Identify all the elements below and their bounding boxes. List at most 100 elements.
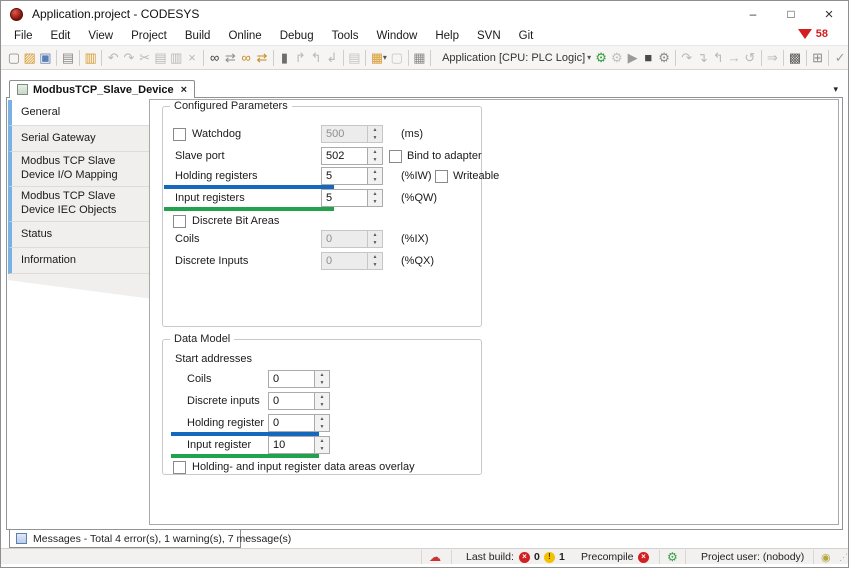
application-selector-caret-icon[interactable]: ▾ (587, 53, 591, 62)
menu-debug[interactable]: Debug (271, 28, 323, 44)
cut-icon[interactable]: ✂ (137, 49, 153, 67)
login-icon[interactable]: ⚙ (593, 49, 609, 67)
open-file-icon[interactable]: ▨ (22, 49, 38, 67)
menu-svn[interactable]: SVN (468, 28, 510, 44)
last-build-label: Last build: (466, 549, 514, 565)
coils-spinner[interactable]: ▲▼ (367, 231, 382, 247)
stop-icon[interactable]: ■ (640, 49, 656, 67)
sidebar-item-serial-gateway[interactable]: Serial Gateway (8, 126, 149, 152)
menu-project[interactable]: Project (122, 28, 176, 44)
sidebar-item-status[interactable]: Status (8, 222, 149, 248)
general-settings-panel: Configured Parameters Watchdog 500 ▲▼ (m… (149, 99, 839, 525)
reset-icon[interactable]: ↺ (742, 49, 758, 67)
sidebar-item-io-mapping[interactable]: Modbus TCP Slave Device I/O Mapping (8, 152, 149, 187)
paste-icon[interactable]: ▥ (168, 49, 184, 67)
new-file-icon[interactable]: ▢ (6, 49, 22, 67)
tab-modbustcp-slave-device[interactable]: ModbusTCP_Slave_Device × (9, 80, 195, 98)
start-icon[interactable]: ▶ (625, 49, 641, 67)
dm-discrete-inputs-spinner[interactable]: ▲▼ (314, 393, 329, 409)
dm-input-register-input[interactable]: 10 ▲▼ (268, 436, 330, 454)
prev-bookmark-icon[interactable]: ↰ (308, 49, 324, 67)
error-filter-badge[interactable]: 58 (798, 28, 828, 40)
watchdog-unit: (ms) (401, 128, 423, 140)
discrete-inputs-unit: (%QX) (401, 255, 434, 267)
user-management-icon[interactable]: ◉ (821, 549, 831, 565)
breakpoint-icon[interactable]: ⚙ (656, 49, 672, 67)
menu-view[interactable]: View (79, 28, 122, 44)
input-registers-highlight-green (164, 207, 334, 211)
sidebar-item-iec-objects[interactable]: Modbus TCP Slave Device IEC Objects (8, 187, 149, 222)
print-icon[interactable]: ▤ (60, 49, 76, 67)
menu-git[interactable]: Git (510, 28, 543, 44)
copy-all-icon[interactable]: ▤ (347, 49, 363, 67)
replace-icon[interactable]: ⇄ (223, 49, 239, 67)
run-to-cursor-icon[interactable]: → (726, 49, 742, 67)
sidebar-item-general[interactable]: General (8, 100, 149, 126)
dm-coils-spinner[interactable]: ▲▼ (314, 371, 329, 387)
dm-holding-register-spinner[interactable]: ▲▼ (314, 415, 329, 431)
syntax-check-icon[interactable]: ✓ (832, 49, 848, 67)
input-registers-input[interactable]: 5 ▲▼ (321, 189, 383, 207)
dm-holding-register-input[interactable]: 0 ▲▼ (268, 414, 330, 432)
dm-input-register-spinner[interactable]: ▲▼ (314, 437, 329, 453)
next-bookmark-icon[interactable]: ↱ (292, 49, 308, 67)
force-values-icon[interactable]: ⊞ (810, 49, 826, 67)
resize-grip[interactable]: ⋰ (839, 549, 848, 565)
discrete-bit-areas-checkbox[interactable] (173, 215, 186, 228)
overlay-checkbox[interactable] (173, 461, 186, 474)
dm-coils-input[interactable]: 0 ▲▼ (268, 370, 330, 388)
menu-help[interactable]: Help (426, 28, 468, 44)
undo-icon[interactable]: ↶ (105, 49, 121, 67)
copy-project-icon[interactable]: ▥ (83, 49, 99, 67)
watchdog-spinner[interactable]: ▲▼ (367, 126, 382, 142)
bind-to-adapter-checkbox[interactable] (389, 150, 402, 163)
tab-close-icon[interactable]: × (181, 84, 187, 96)
step-out-icon[interactable]: ↰ (710, 49, 726, 67)
find-objects-icon[interactable]: ∞ (238, 49, 254, 67)
coils-input[interactable]: 0 ▲▼ (321, 230, 383, 248)
delete-icon[interactable]: × (184, 49, 200, 67)
menu-edit[interactable]: Edit (42, 28, 80, 44)
menu-build[interactable]: Build (176, 28, 220, 44)
replace-objects-icon[interactable]: ⇄ (254, 49, 270, 67)
step-into-icon[interactable]: ↴ (695, 49, 711, 67)
menu-tools[interactable]: Tools (323, 28, 368, 44)
save-icon[interactable]: ▣ (38, 49, 54, 67)
menu-online[interactable]: Online (219, 28, 270, 44)
discrete-inputs-input[interactable]: 0 ▲▼ (321, 252, 383, 270)
holding-registers-input[interactable]: 5 ▲▼ (321, 167, 383, 185)
find-icon[interactable]: ∞ (207, 49, 223, 67)
properties-icon[interactable]: ▢ (389, 49, 405, 67)
close-button[interactable]: × (810, 1, 848, 27)
new-object-caret-icon[interactable]: ▾ (383, 53, 387, 62)
bookmark-icon[interactable]: ▮ (277, 49, 293, 67)
slave-port-input[interactable]: 502 ▲▼ (321, 147, 383, 165)
window-list-caret-icon[interactable]: ▾ (833, 84, 838, 95)
logout-icon[interactable]: ⚙ (609, 49, 625, 67)
sidebar-item-information[interactable]: Information (8, 248, 149, 274)
holding-registers-spinner[interactable]: ▲▼ (367, 168, 382, 184)
menu-window[interactable]: Window (367, 28, 426, 44)
single-cycle-icon[interactable]: ⇒ (764, 49, 780, 67)
build-icon[interactable]: ▦ (411, 49, 427, 67)
input-registers-spinner[interactable]: ▲▼ (367, 190, 382, 206)
messages-panel-tab[interactable]: Messages - Total 4 error(s), 1 warning(s… (9, 530, 241, 548)
statusbar: ☁ Last build: × 0 ! 1 Precompile × ⚙ Pro… (1, 548, 848, 564)
redo-icon[interactable]: ↷ (121, 49, 137, 67)
discrete-inputs-spinner[interactable]: ▲▼ (367, 253, 382, 269)
dm-discrete-inputs-input[interactable]: 0 ▲▼ (268, 392, 330, 410)
codesys-window: Application.project - CODESYS – □ × File… (0, 0, 849, 568)
flow-control-icon[interactable]: ▩ (787, 49, 803, 67)
watchdog-input[interactable]: 500 ▲▼ (321, 125, 383, 143)
slave-port-spinner[interactable]: ▲▼ (367, 148, 382, 164)
minimize-button[interactable]: – (734, 1, 772, 27)
writeable-checkbox[interactable] (435, 170, 448, 183)
clear-bookmarks-icon[interactable]: ↲ (324, 49, 340, 67)
watchdog-checkbox[interactable] (173, 128, 186, 141)
maximize-button[interactable]: □ (772, 1, 810, 27)
step-over-icon[interactable]: ↷ (679, 49, 695, 67)
copy-icon[interactable]: ▤ (153, 49, 169, 67)
application-selector[interactable]: Application [CPU: PLC Logic] (434, 52, 589, 64)
build-warning-icon: ! (544, 549, 555, 565)
menu-file[interactable]: File (5, 28, 42, 44)
